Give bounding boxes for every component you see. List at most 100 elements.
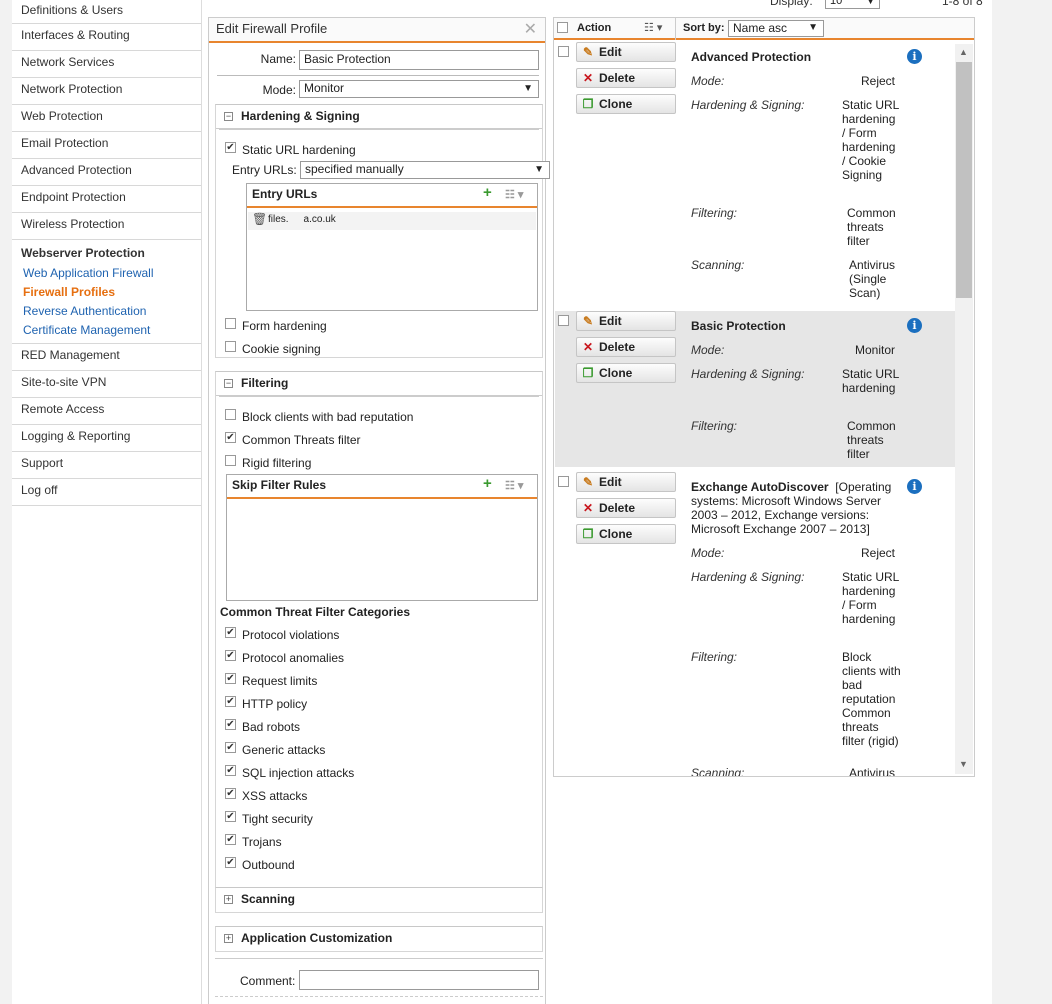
mode-row: Mode:: [209, 83, 296, 97]
collapse-icon[interactable]: −: [224, 379, 233, 388]
sidebar-item-webserver-protection[interactable]: Webserver Protection: [12, 245, 201, 265]
expand-icon[interactable]: +: [224, 934, 233, 943]
list-options-icon[interactable]: ☷ ▾: [644, 21, 662, 34]
skip-filter-rules-title: Skip Filter Rules: [232, 478, 327, 492]
scanning-header[interactable]: + Scanning: [216, 888, 542, 912]
hardening-header[interactable]: − Hardening & Signing: [216, 105, 542, 129]
sidebar-item-advanced-protection[interactable]: Advanced Protection: [12, 159, 201, 186]
sort-select[interactable]: Name asc ▼: [728, 20, 824, 37]
expand-icon[interactable]: +: [224, 895, 233, 904]
edit-button[interactable]: ✎ Edit: [576, 472, 676, 492]
filtering-title: Filtering: [241, 376, 289, 390]
profile-row-selected: ✎ Edit ✕ Delete ❐ Clone Basic Protection i …: [555, 311, 955, 467]
category-checkbox[interactable]: ✔: [225, 719, 236, 730]
category-label: Generic attacks: [242, 743, 326, 757]
edit-button[interactable]: ✎ Edit: [576, 42, 676, 62]
app-customization-header[interactable]: + Application Customization: [216, 927, 542, 951]
scanning-title: Scanning: [241, 892, 296, 906]
display-select[interactable]: 10 ▼: [825, 0, 880, 9]
sidebar-item-wireless-protection[interactable]: Wireless Protection: [12, 213, 201, 240]
sidebar-item-network-protection[interactable]: Network Protection: [12, 78, 201, 105]
clone-button[interactable]: ❐ Clone: [576, 94, 676, 114]
category-checkbox[interactable]: ✔: [225, 834, 236, 845]
info-icon[interactable]: i: [907, 49, 922, 64]
delete-button[interactable]: ✕ Delete: [576, 68, 676, 88]
edit-label: Edit: [599, 45, 622, 59]
row-checkbox[interactable]: [558, 46, 569, 57]
clone-icon: ❐: [582, 527, 594, 541]
category-checkbox[interactable]: ✔: [225, 811, 236, 822]
common-threats-checkbox[interactable]: ✔: [225, 432, 236, 443]
chevron-down-icon: ▼: [808, 22, 818, 33]
category-checkbox[interactable]: ✔: [225, 742, 236, 753]
form-hardening-checkbox[interactable]: [225, 318, 236, 329]
sidebar-item-network-services[interactable]: Network Services: [12, 51, 201, 78]
info-icon[interactable]: i: [907, 479, 922, 494]
category-label: Tight security: [242, 812, 313, 826]
category-checkbox[interactable]: ✔: [225, 857, 236, 868]
scanning-section: + Scanning: [215, 887, 543, 913]
cookie-signing-checkbox[interactable]: [225, 341, 236, 352]
sidebar-item-site-to-site-vpn[interactable]: Site-to-site VPN: [12, 371, 201, 398]
delete-label: Delete: [599, 501, 636, 515]
sidebar-item-logging[interactable]: Logging & Reporting: [12, 425, 201, 452]
delete-button[interactable]: ✕ Delete: [576, 337, 676, 357]
category-checkbox[interactable]: ✔: [225, 696, 236, 707]
sidebar-item-logoff[interactable]: Log off: [12, 479, 201, 506]
mode-select[interactable]: Monitor ▼: [299, 80, 539, 98]
edit-icon: ✎: [582, 314, 594, 328]
sidebar-item-remote-access[interactable]: Remote Access: [12, 398, 201, 425]
category-checkbox[interactable]: ✔: [225, 788, 236, 799]
category-checkbox[interactable]: ✔: [225, 650, 236, 661]
rigid-filtering-checkbox[interactable]: [225, 455, 236, 466]
add-icon[interactable]: +: [483, 475, 492, 492]
sidebar-subitem-waf[interactable]: Web Application Firewall: [12, 265, 201, 284]
edit-button[interactable]: ✎ Edit: [576, 311, 676, 331]
entry-urls-select[interactable]: specified manually ▼: [300, 161, 550, 179]
static-url-checkbox[interactable]: ✔: [225, 142, 236, 153]
sidebar-item-interfaces[interactable]: Interfaces & Routing: [12, 24, 201, 51]
comment-input[interactable]: [299, 970, 539, 990]
mode-value: Reject: [861, 546, 896, 560]
sidebar-subitem-reverse-auth[interactable]: Reverse Authentication: [12, 303, 201, 322]
profile-name: Advanced Protection: [691, 50, 812, 64]
category-checkbox[interactable]: ✔: [225, 673, 236, 684]
select-all-checkbox[interactable]: [557, 22, 568, 33]
scroll-down-icon[interactable]: ▼: [959, 759, 968, 769]
category-checkbox[interactable]: ✔: [225, 627, 236, 638]
filtering-header[interactable]: − Filtering: [216, 372, 542, 396]
sidebar-item-definitions[interactable]: Definitions & Users: [12, 0, 201, 24]
close-icon[interactable]: ✕: [524, 19, 537, 39]
profile-name: Exchange AutoDiscover: [691, 480, 829, 494]
sidebar-item-web-protection[interactable]: Web Protection: [12, 105, 201, 132]
sidebar-item-support[interactable]: Support: [12, 452, 201, 479]
entry-url-row: 🗑 files. a.co.uk: [248, 212, 536, 230]
row-checkbox[interactable]: [558, 476, 569, 487]
mode-value: Reject: [861, 74, 896, 88]
info-icon[interactable]: i: [907, 318, 922, 333]
list-options-icon[interactable]: ☷ ▾: [505, 479, 523, 492]
clone-button[interactable]: ❐ Clone: [576, 363, 676, 383]
sidebar-item-endpoint-protection[interactable]: Endpoint Protection: [12, 186, 201, 213]
sidebar-subitem-firewall-profiles[interactable]: Firewall Profiles: [12, 284, 201, 303]
sidebar-subitem-cert-mgmt[interactable]: Certificate Management: [12, 322, 201, 341]
category-checkbox[interactable]: ✔: [225, 765, 236, 776]
sortby-label: Sort by:: [683, 22, 725, 34]
form-hardening-label: Form hardening: [242, 319, 327, 333]
skip-filter-rules-header: Skip Filter Rules + ☷ ▾: [227, 475, 537, 499]
scrollbar-thumb[interactable]: [956, 62, 972, 298]
list-options-icon[interactable]: ☷ ▾: [505, 188, 523, 201]
add-icon[interactable]: +: [483, 184, 492, 201]
delete-button[interactable]: ✕ Delete: [576, 498, 676, 518]
sidebar-item-email-protection[interactable]: Email Protection: [12, 132, 201, 159]
name-input[interactable]: Basic Protection: [299, 50, 539, 70]
category-label: Bad robots: [242, 720, 301, 734]
trash-icon[interactable]: 🗑: [252, 212, 267, 226]
rigid-filtering-label: Rigid filtering: [242, 456, 312, 470]
block-clients-checkbox[interactable]: [225, 409, 236, 420]
scroll-up-icon[interactable]: ▲: [959, 47, 968, 57]
clone-button[interactable]: ❐ Clone: [576, 524, 676, 544]
collapse-icon[interactable]: −: [224, 112, 233, 121]
sidebar-item-red-management[interactable]: RED Management: [12, 344, 201, 371]
row-checkbox[interactable]: [558, 315, 569, 326]
